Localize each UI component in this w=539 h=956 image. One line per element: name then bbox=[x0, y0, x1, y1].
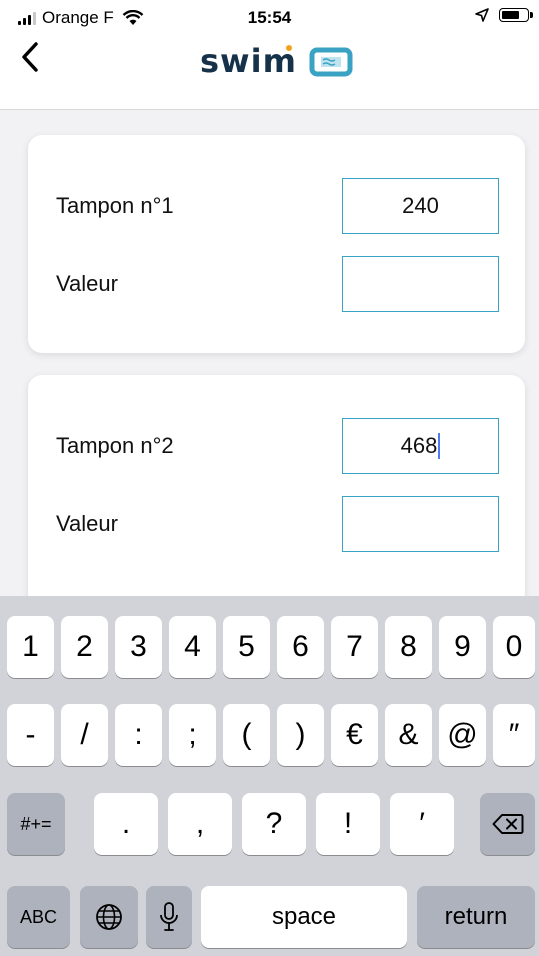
key-9[interactable]: 9 bbox=[439, 616, 486, 678]
key-8[interactable]: 8 bbox=[385, 616, 432, 678]
content-area: Tampon n°1 240 Valeur Tampon n°2 468 Val… bbox=[0, 110, 539, 607]
key-close-paren[interactable]: ) bbox=[277, 704, 324, 766]
text-caret bbox=[438, 433, 441, 459]
tampon-value: 468 bbox=[400, 433, 438, 458]
key-ampersand[interactable]: & bbox=[385, 704, 432, 766]
key-euro[interactable]: € bbox=[331, 704, 378, 766]
tampon-value: 240 bbox=[402, 193, 439, 218]
numeric-keyboard: 1 2 3 4 5 6 7 8 9 0 - / : ; ( ) € & @ ″ … bbox=[0, 596, 539, 956]
location-arrow-icon bbox=[475, 8, 489, 22]
key-3[interactable]: 3 bbox=[115, 616, 162, 678]
key-slash[interactable]: / bbox=[61, 704, 108, 766]
globe-icon bbox=[96, 904, 122, 930]
valeur-row: Valeur bbox=[56, 495, 499, 553]
backspace-icon bbox=[492, 814, 523, 834]
key-more-symbols[interactable]: #+= bbox=[7, 793, 65, 855]
valeur-input[interactable] bbox=[342, 256, 499, 312]
key-4[interactable]: 4 bbox=[169, 616, 216, 678]
key-dictation[interactable] bbox=[146, 886, 192, 948]
tampon-row: Tampon n°1 240 bbox=[56, 177, 499, 235]
logo-wave-box-icon bbox=[286, 45, 353, 77]
status-time: 15:54 bbox=[247, 8, 292, 27]
microphone-icon bbox=[160, 902, 178, 931]
key-quote[interactable]: ″ bbox=[493, 704, 535, 766]
key-comma[interactable]: , bbox=[168, 793, 232, 855]
key-at[interactable]: @ bbox=[439, 704, 486, 766]
key-2[interactable]: 2 bbox=[61, 616, 108, 678]
key-1[interactable]: 1 bbox=[7, 616, 54, 678]
tampon-label: Tampon n°2 bbox=[56, 433, 174, 458]
key-open-paren[interactable]: ( bbox=[223, 704, 270, 766]
valeur-row: Valeur bbox=[56, 255, 499, 313]
key-globe[interactable] bbox=[80, 886, 138, 948]
key-exclamation[interactable]: ! bbox=[316, 793, 380, 855]
valeur-label: Valeur bbox=[56, 511, 118, 536]
key-colon[interactable]: : bbox=[115, 704, 162, 766]
key-period[interactable]: . bbox=[94, 793, 158, 855]
key-6[interactable]: 6 bbox=[277, 616, 324, 678]
tampon-card-1: Tampon n°1 240 Valeur bbox=[28, 135, 525, 353]
space-key[interactable]: space bbox=[201, 886, 407, 948]
key-apostrophe[interactable]: ′ bbox=[390, 793, 454, 855]
key-semicolon[interactable]: ; bbox=[169, 704, 216, 766]
swim-logo: swim bbox=[200, 42, 360, 80]
valeur-input[interactable] bbox=[342, 496, 499, 552]
tampon-input[interactable]: 468 bbox=[342, 418, 499, 474]
key-5[interactable]: 5 bbox=[223, 616, 270, 678]
battery-icon bbox=[499, 8, 533, 22]
tampon-input[interactable]: 240 bbox=[342, 178, 499, 234]
tampon-row: Tampon n°2 468 bbox=[56, 417, 499, 475]
tampon-label: Tampon n°1 bbox=[56, 193, 174, 218]
key-question[interactable]: ? bbox=[242, 793, 306, 855]
nav-bar: swim bbox=[0, 36, 539, 110]
return-key[interactable]: return bbox=[417, 886, 535, 948]
tampon-card-2: Tampon n°2 468 Valeur bbox=[28, 375, 525, 607]
key-dash[interactable]: - bbox=[7, 704, 54, 766]
key-7[interactable]: 7 bbox=[331, 616, 378, 678]
back-chevron-icon[interactable] bbox=[16, 40, 46, 74]
key-abc[interactable]: ABC bbox=[7, 886, 70, 948]
status-right bbox=[475, 8, 533, 22]
key-0[interactable]: 0 bbox=[493, 616, 535, 678]
backspace-key[interactable] bbox=[480, 793, 535, 855]
valeur-label: Valeur bbox=[56, 271, 118, 296]
status-bar: Orange F 15:54 bbox=[0, 0, 539, 36]
